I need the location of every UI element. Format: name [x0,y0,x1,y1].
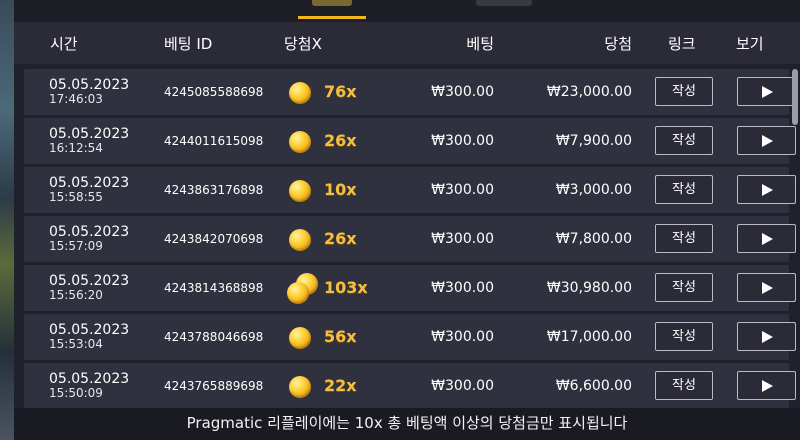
scrollbar-thumb[interactable] [792,69,798,125]
row-time: 15:57:09 [49,239,103,253]
table-row: 05.05.2023 15:56:20 4243814368898 103x ₩… [24,265,796,311]
gold-coin-icon [289,79,319,109]
row-time: 15:56:20 [49,288,103,302]
row-time: 15:58:55 [49,190,103,204]
row-bet: ₩300.00 [431,378,494,394]
row-win: ₩17,000.00 [546,329,632,345]
row-bet: ₩300.00 [431,231,494,247]
play-button[interactable] [737,175,796,204]
row-multiplier: 26x [324,229,357,248]
row-win: ₩30,980.00 [546,280,632,296]
play-button[interactable] [737,77,796,106]
play-icon [762,380,773,392]
header-bet-id: 베팅 ID [164,35,213,53]
row-multiplier: 22x [324,376,357,395]
replay-panel: 시간 베팅 ID 당첨X 베팅 당첨 링크 보기 05.05.2023 17:4… [14,0,800,440]
header-multiplier: 당첨X [284,35,322,53]
row-bet-id: 4243788046698 [164,330,264,344]
table-row: 05.05.2023 17:46:03 4245085588698 76x ₩3… [24,69,796,115]
table-row: 05.05.2023 15:57:09 4243842070698 26x ₩3… [24,216,796,262]
row-bet: ₩300.00 [431,84,494,100]
write-button[interactable]: 작성 [655,371,713,400]
row-multiplier: 26x [324,131,357,150]
table-header: 시간 베팅 ID 당첨X 베팅 당첨 링크 보기 [14,22,800,64]
play-button[interactable] [737,273,796,302]
table-row: 05.05.2023 15:53:04 4243788046698 56x ₩3… [24,314,796,360]
active-tab-indicator [298,16,366,19]
row-bet-id: 4243842070698 [164,232,264,246]
tab-label-cutoff-2[interactable] [476,0,532,6]
play-icon [762,184,773,196]
play-button[interactable] [737,322,796,351]
row-multiplier: 56x [324,327,357,346]
row-time: 15:53:04 [49,337,103,351]
row-time: 15:50:09 [49,386,103,400]
play-icon [762,282,773,294]
row-win: ₩6,600.00 [555,378,632,394]
play-button[interactable] [737,126,796,155]
write-button[interactable]: 작성 [655,77,713,106]
row-multiplier: 10x [324,180,357,199]
row-bet-id: 4244011615098 [164,134,264,148]
row-date: 05.05.2023 [49,175,130,191]
row-date: 05.05.2023 [49,126,130,142]
gold-coin-icon [289,226,319,256]
header-time: 시간 [50,35,78,53]
play-icon [762,86,773,98]
table-row: 05.05.2023 15:58:55 4243863176898 10x ₩3… [24,167,796,213]
row-time: 16:12:54 [49,141,103,155]
play-icon [762,135,773,147]
gold-coin-icon [289,324,319,354]
write-button[interactable]: 작성 [655,175,713,204]
row-date: 05.05.2023 [49,224,130,240]
play-button[interactable] [737,371,796,400]
row-win: ₩23,000.00 [546,84,632,100]
table-row: 05.05.2023 16:12:54 4244011615098 26x ₩3… [24,118,796,164]
gold-coins-icon [287,273,319,305]
play-icon [762,331,773,343]
row-bet-id: 4243814368898 [164,281,264,295]
row-time: 17:46:03 [49,92,103,106]
background-game-edge [0,0,14,440]
gold-coin-icon [289,128,319,158]
row-multiplier: 76x [324,82,357,101]
write-button[interactable]: 작성 [655,273,713,302]
row-date: 05.05.2023 [49,77,130,93]
header-win: 당첨 [604,35,632,53]
row-bet-id: 4245085588698 [164,85,264,99]
row-win: ₩3,000.00 [555,182,632,198]
row-bet: ₩300.00 [431,182,494,198]
row-bet: ₩300.00 [431,133,494,149]
play-icon [762,233,773,245]
row-bet-id: 4243765889698 [164,379,264,393]
header-view: 보기 [736,35,764,53]
write-button[interactable]: 작성 [655,322,713,351]
header-bet: 베팅 [466,35,494,53]
row-bet: ₩300.00 [431,329,494,345]
row-win: ₩7,900.00 [555,133,632,149]
play-button[interactable] [737,224,796,253]
write-button[interactable]: 작성 [655,126,713,155]
row-bet-id: 4243863176898 [164,183,264,197]
row-multiplier: 103x [324,278,368,297]
gold-coin-icon [289,373,319,403]
row-win: ₩7,800.00 [555,231,632,247]
row-date: 05.05.2023 [49,371,130,387]
write-button[interactable]: 작성 [655,224,713,253]
tab-bar[interactable] [14,0,800,22]
row-bet: ₩300.00 [431,280,494,296]
tab-label-cutoff[interactable] [312,0,352,6]
header-link: 링크 [668,35,696,53]
gold-coin-icon [289,177,319,207]
table-row: 05.05.2023 15:50:09 4243765889698 22x ₩3… [24,363,796,409]
row-date: 05.05.2023 [49,322,130,338]
row-date: 05.05.2023 [49,273,130,289]
footer-note: Pragmatic 리플레이에는 10x 총 베팅액 이상의 당첨금만 표시됩니… [14,408,800,440]
